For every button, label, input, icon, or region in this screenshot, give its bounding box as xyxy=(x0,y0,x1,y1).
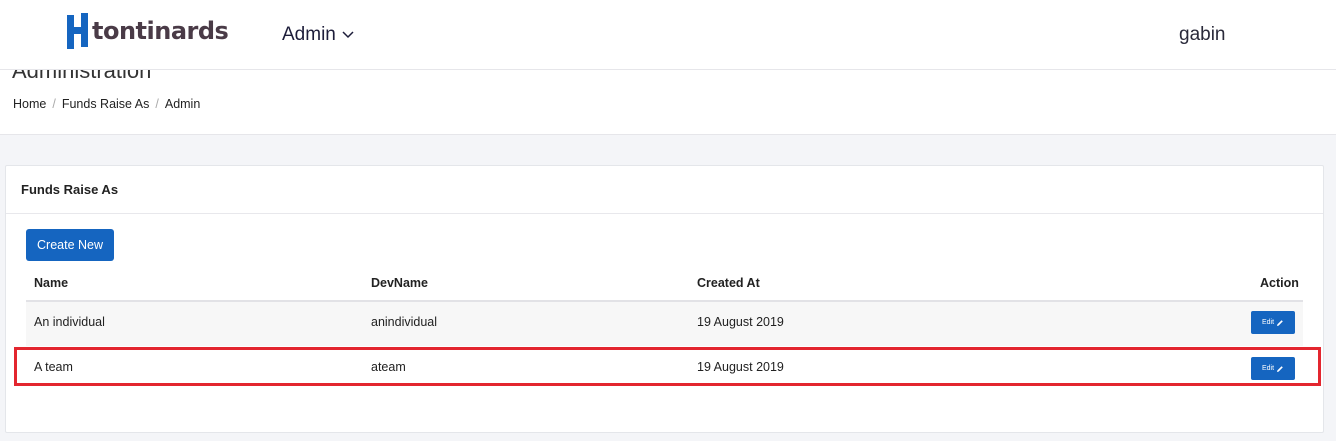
breadcrumb-separator: / xyxy=(52,97,56,111)
column-header-action: Action xyxy=(1260,276,1299,290)
edit-button-label: Edit xyxy=(1261,365,1275,372)
create-new-button[interactable]: Create New xyxy=(26,229,114,261)
cell-name: An individual xyxy=(34,315,105,329)
admin-menu[interactable]: Admin xyxy=(282,24,354,46)
cell-devname: anindividual xyxy=(371,315,438,329)
card-title: Funds Raise As xyxy=(6,166,1323,214)
top-navbar: tontinards Admin gabin xyxy=(0,0,1336,70)
brand-logo[interactable]: tontinards xyxy=(67,13,229,49)
edit-button-label: Edit xyxy=(1261,319,1275,326)
column-header-name: Name xyxy=(34,276,69,290)
breadcrumb: Home / Funds Raise As / Admin xyxy=(13,97,200,111)
logo-mark-icon xyxy=(67,13,88,49)
edit-button[interactable]: Edit xyxy=(1251,357,1295,380)
breadcrumb-admin: Admin xyxy=(164,97,201,111)
funds-raise-as-card: Funds Raise As Create New Name DevName C… xyxy=(5,165,1324,433)
cell-devname: ateam xyxy=(371,360,406,374)
breadcrumb-funds-raise-as[interactable]: Funds Raise As xyxy=(62,97,150,111)
page-header: Administration Home / Funds Raise As / A… xyxy=(0,70,1336,135)
table-row: A team ateam 19 August 2019 Edit xyxy=(26,347,1303,391)
pencil-icon xyxy=(1277,365,1283,372)
edit-button[interactable]: Edit xyxy=(1251,311,1295,334)
pencil-icon xyxy=(1277,319,1283,326)
column-header-devname: DevName xyxy=(371,276,428,290)
cell-created-at: 19 August 2019 xyxy=(697,315,784,329)
chevron-down-icon xyxy=(342,31,354,39)
cell-name: A team xyxy=(34,360,73,374)
table-row: An individual anindividual 19 August 201… xyxy=(26,302,1303,346)
column-header-created-at: Created At xyxy=(697,276,760,290)
brand-name: tontinards xyxy=(92,17,229,45)
page-title: Administration xyxy=(12,70,152,83)
cell-created-at: 19 August 2019 xyxy=(697,360,784,374)
breadcrumb-home[interactable]: Home xyxy=(13,97,46,111)
admin-menu-label: Admin xyxy=(282,24,336,45)
user-menu[interactable]: gabin xyxy=(1179,24,1226,46)
breadcrumb-separator: / xyxy=(155,97,159,111)
